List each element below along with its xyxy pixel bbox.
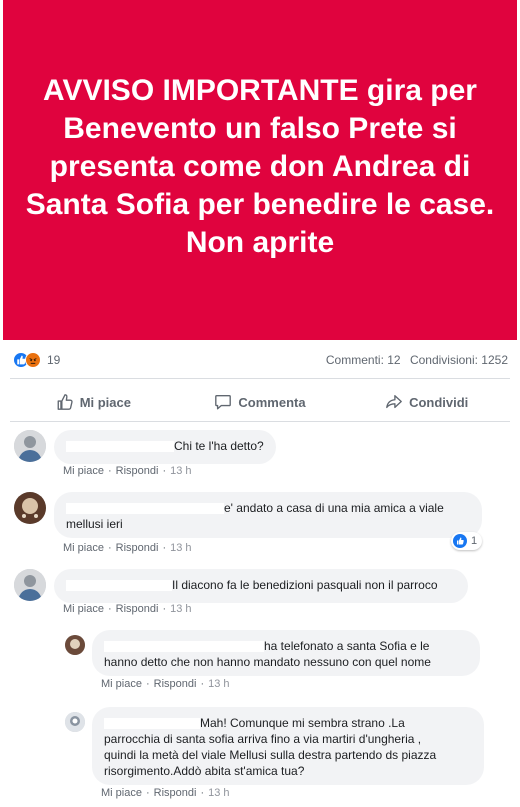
share-button-label: Condividi	[409, 394, 469, 410]
comment-like-link[interactable]: Mi piace	[63, 603, 104, 615]
reactions-summary[interactable]: 19	[13, 352, 60, 368]
comment-bubble: Chi te l'ha detto?	[54, 430, 276, 464]
action-bar: Mi piace Commenta Condividi	[10, 384, 510, 420]
reply-time[interactable]: 13 h	[208, 787, 229, 799]
reply-like-link[interactable]: Mi piace	[101, 678, 142, 690]
avatar[interactable]	[14, 430, 46, 462]
comment-time[interactable]: 13 h	[170, 542, 191, 554]
comment-meta: Mi piace · Rispondi · 13 h	[63, 603, 192, 615]
reply-text: Mah! Comunque mi sembra strano .La	[200, 716, 405, 730]
comment-button[interactable]: Commenta	[177, 384, 344, 420]
comment-reply-link[interactable]: Rispondi	[116, 465, 159, 477]
comment-reply-link[interactable]: Rispondi	[116, 603, 159, 615]
share-button[interactable]: Condividi	[343, 384, 510, 420]
avatar[interactable]	[14, 492, 46, 524]
reply-bubble: Mah! Comunque mi sembra strano .La parro…	[92, 707, 484, 785]
comment-text: Chi te l'ha detto?	[174, 439, 264, 453]
reply-text: risorgimento.Addò abita st'amica tua?	[104, 764, 305, 778]
reply-text: ha telefonato a santa Sofia e le	[264, 639, 430, 653]
like-icon	[453, 534, 467, 548]
post-stats: 19 Commenti: 12 Condivisioni: 1252	[13, 350, 508, 370]
post-banner-text: AVVISO IMPORTANTE gira per Benevento un …	[25, 74, 495, 259]
reply-text: parrocchia di santa sofia arriva fino a …	[104, 732, 422, 746]
comment-reaction-badge[interactable]: 1	[451, 532, 483, 550]
comment-author-name[interactable]	[66, 503, 224, 515]
comment-like-link[interactable]: Mi piace	[63, 465, 104, 477]
shares-count[interactable]: Condivisioni: 1252	[410, 353, 508, 367]
reaction-count: 19	[47, 353, 61, 367]
comment-icon	[215, 395, 232, 410]
comment-bubble: Il diacono fa le benedizioni pasquali no…	[54, 569, 468, 603]
like-button-label: Mi piace	[79, 394, 131, 410]
reply-text: hanno detto che non hanno mandato nessun…	[104, 655, 431, 669]
angry-icon	[25, 352, 41, 368]
comment-author-name[interactable]	[66, 580, 172, 592]
comment-reply-link[interactable]: Rispondi	[116, 542, 159, 554]
divider	[10, 421, 510, 422]
comment-reaction-count: 1	[471, 535, 478, 547]
divider	[10, 378, 510, 379]
comment-button-label: Commenta	[238, 394, 306, 410]
comment-time[interactable]: 13 h	[170, 603, 191, 615]
comment-bubble: e' andato a casa di una mia amica a vial…	[54, 492, 482, 538]
reply-like-link[interactable]: Mi piace	[101, 787, 142, 799]
avatar[interactable]	[14, 569, 46, 601]
comments-count[interactable]: Commenti: 12	[326, 353, 401, 367]
reply-author-name[interactable]	[104, 718, 200, 730]
reply-meta: Mi piace · Rispondi · 13 h	[101, 678, 230, 690]
reply-text: quindi la metà del viale Mellusi sulla d…	[104, 748, 437, 762]
post-banner: AVVISO IMPORTANTE gira per Benevento un …	[3, 0, 517, 340]
reply-reply-link[interactable]: Rispondi	[154, 678, 197, 690]
reply-bubble: ha telefonato a santa Sofia e le hanno d…	[92, 630, 480, 676]
reply-author-name[interactable]	[104, 641, 264, 653]
reply-meta: Mi piace · Rispondi · 13 h	[101, 787, 230, 799]
reply-time[interactable]: 13 h	[208, 678, 229, 690]
share-icon	[386, 395, 402, 409]
like-button[interactable]: Mi piace	[10, 384, 177, 420]
comment-meta: Mi piace · Rispondi · 13 h	[63, 465, 192, 477]
reply-reply-link[interactable]: Rispondi	[154, 787, 197, 799]
comment-like-link[interactable]: Mi piace	[63, 542, 104, 554]
thumbs-up-icon	[57, 394, 73, 410]
comment-text: e' andato a casa di una mia amica a vial…	[224, 501, 444, 515]
comment-time[interactable]: 13 h	[170, 465, 191, 477]
comment-meta: Mi piace · Rispondi · 13 h	[63, 542, 192, 554]
comment-author-name[interactable]	[66, 441, 174, 453]
post-counts: Commenti: 12 Condivisioni: 1252	[326, 353, 508, 367]
avatar[interactable]	[65, 712, 85, 732]
comment-text: Il diacono fa le benedizioni pasquali no…	[172, 578, 438, 592]
avatar[interactable]	[65, 635, 85, 655]
comment-text: mellusi ieri	[66, 517, 123, 531]
